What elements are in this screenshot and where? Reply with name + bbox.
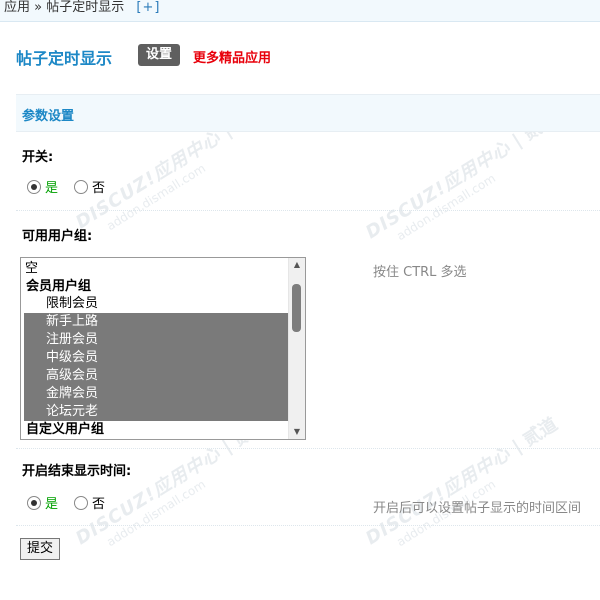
add-shortcut-link[interactable]: [+] bbox=[136, 0, 160, 15]
divider bbox=[16, 448, 600, 449]
breadcrumb-current: 帖子定时显示 bbox=[46, 0, 125, 15]
groups-label: 可用用户组: bbox=[22, 229, 93, 244]
section-header: 参数设置 bbox=[16, 94, 600, 132]
optgroup-member-groups: 会员用户组 bbox=[26, 279, 92, 294]
switch-no-radio[interactable] bbox=[74, 180, 89, 194]
switch-no-label[interactable]: 否 bbox=[92, 181, 105, 196]
option-restricted-member[interactable]: 限制会员 bbox=[46, 295, 98, 312]
groups-hint: 按住 CTRL 多选 bbox=[373, 265, 467, 280]
tab-settings[interactable]: 设置 bbox=[138, 44, 181, 66]
option-registered-member[interactable]: 注册会员 bbox=[46, 331, 98, 348]
time-no-radio[interactable] bbox=[74, 496, 89, 510]
option-senior-member[interactable]: 高级会员 bbox=[46, 367, 98, 384]
switch-label: 开关: bbox=[22, 150, 54, 165]
option-empty[interactable]: 空 bbox=[25, 260, 38, 277]
time-range-label: 开启结束显示时间: bbox=[22, 464, 132, 479]
time-yes-radio[interactable] bbox=[27, 496, 41, 510]
more-apps-link[interactable]: 更多精品应用 bbox=[193, 47, 271, 66]
scroll-thumb[interactable] bbox=[292, 284, 301, 332]
switch-yes-radio[interactable] bbox=[27, 180, 41, 194]
section-title: 参数设置 bbox=[22, 109, 75, 124]
scroll-down-arrow-icon[interactable]: ▼ bbox=[289, 425, 305, 439]
option-intermediate-member[interactable]: 中级会员 bbox=[46, 349, 98, 366]
option-newbie[interactable]: 新手上路 bbox=[46, 313, 98, 330]
time-no-label[interactable]: 否 bbox=[92, 497, 105, 512]
listbox-scrollbar[interactable]: ▲ ▼ bbox=[288, 258, 305, 439]
submit-button[interactable]: 提交 bbox=[20, 538, 61, 560]
switch-radio-group: 是否 bbox=[27, 177, 105, 196]
divider bbox=[16, 210, 600, 211]
time-range-hint: 开启后可以设置帖子显示的时间区间 bbox=[373, 501, 582, 516]
breadcrumb-separator: » bbox=[34, 0, 43, 15]
scroll-up-arrow-icon[interactable]: ▲ bbox=[289, 258, 305, 272]
option-forum-veteran[interactable]: 论坛元老 bbox=[46, 403, 98, 420]
divider bbox=[16, 525, 600, 526]
watermark: DISCUZ!应用中心 | 贰道 addon.dismall.com bbox=[362, 413, 562, 550]
breadcrumb: 应用 » 帖子定时显示 [+] bbox=[0, 0, 600, 22]
switch-yes-label[interactable]: 是 bbox=[45, 181, 58, 196]
page-title: 帖子定时显示 bbox=[16, 49, 113, 68]
optgroup-custom-groups: 自定义用户组 bbox=[26, 422, 105, 437]
breadcrumb-app-link[interactable]: 应用 bbox=[4, 0, 30, 15]
user-groups-select[interactable]: 空 会员用户组 限制会员 新手上路 注册会员 中级会员 高级会员 金牌会员 论坛… bbox=[20, 257, 306, 440]
time-radio-group: 是否 bbox=[27, 493, 105, 512]
option-gold-member[interactable]: 金牌会员 bbox=[46, 385, 98, 402]
time-yes-label[interactable]: 是 bbox=[45, 497, 58, 512]
